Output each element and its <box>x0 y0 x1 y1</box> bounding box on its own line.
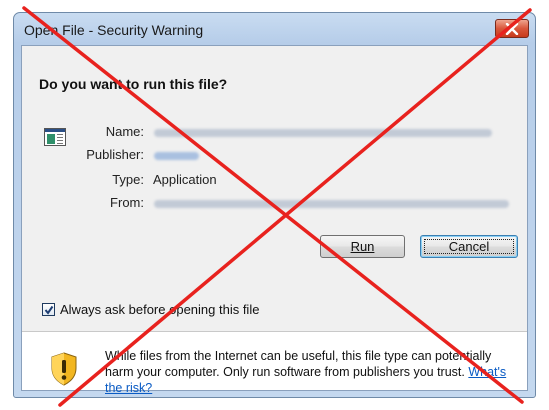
application-icon <box>44 128 66 146</box>
always-ask-checkbox[interactable] <box>42 303 55 316</box>
always-ask-label[interactable]: Always ask before opening this file <box>60 302 259 317</box>
checkmark-icon <box>44 305 53 315</box>
type-value: Application <box>153 172 217 187</box>
dialog-body: Do you want to run this file? Name: Publ… <box>21 45 528 395</box>
title-bar[interactable]: Open File - Security Warning <box>14 13 535 45</box>
close-icon <box>505 22 519 35</box>
run-button-label: Run <box>350 239 375 254</box>
cancel-button[interactable]: Cancel <box>420 235 518 258</box>
run-button[interactable]: Run <box>320 235 405 258</box>
warning-message: While files from the Internet can be use… <box>105 349 492 379</box>
dialog-question: Do you want to run this file? <box>39 76 228 92</box>
warning-footer: While files from the Internet can be use… <box>22 332 527 395</box>
from-value-blurred <box>154 200 509 208</box>
close-button[interactable] <box>495 19 529 38</box>
shield-warning-icon <box>51 352 77 386</box>
from-label: From: <box>110 195 144 210</box>
warning-text: While files from the Internet can be use… <box>105 348 515 396</box>
security-warning-dialog: Open File - Security Warning Do you want… <box>13 12 536 398</box>
name-label: Name: <box>105 124 144 139</box>
type-label: Type: <box>112 172 144 187</box>
name-value-blurred <box>154 129 492 137</box>
publisher-value-blurred <box>154 152 199 160</box>
window-title: Open File - Security Warning <box>24 22 204 38</box>
publisher-label: Publisher: <box>86 147 144 162</box>
